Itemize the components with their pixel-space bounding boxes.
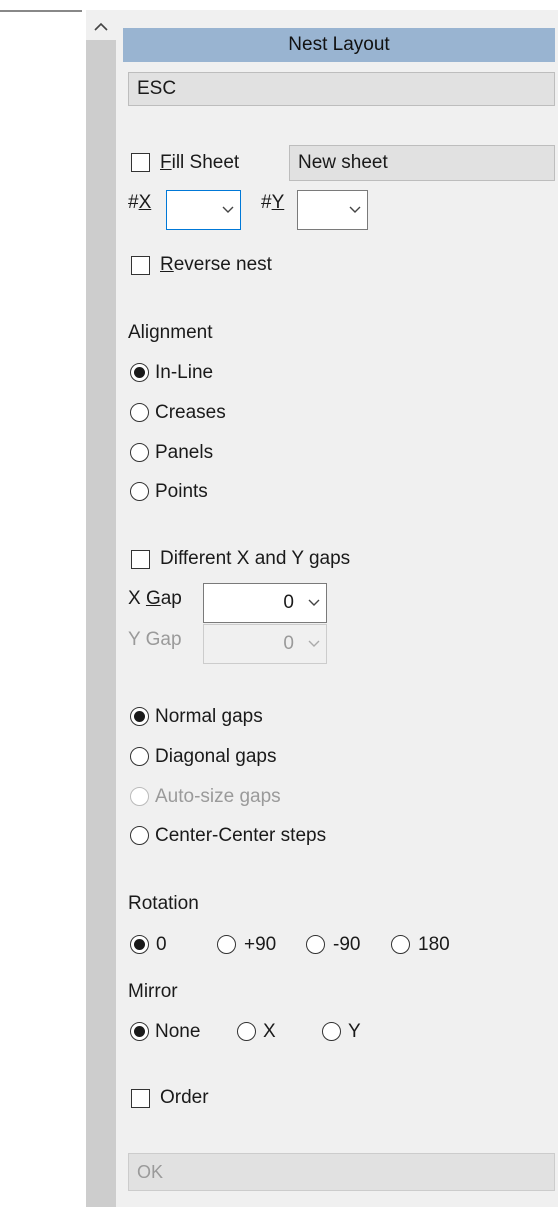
radio-selected-dot [134, 1026, 145, 1037]
scroll-up-button[interactable] [86, 14, 116, 40]
nx-accel: X [138, 192, 152, 213]
rotation-minus90-radio[interactable] [306, 935, 325, 954]
nx-label: #X [128, 192, 151, 214]
esc-label: ESC [137, 78, 177, 99]
reverse-nest-label: Reverse nest [160, 254, 272, 276]
chevron-down-icon[interactable] [302, 599, 326, 607]
rotation-0-radio[interactable] [130, 935, 149, 954]
alignment-heading: Alignment [128, 322, 213, 343]
diagonal-gaps-radio[interactable] [130, 747, 149, 766]
chevron-down-icon [302, 640, 326, 648]
alignment-creases-radio[interactable] [130, 403, 149, 422]
chevron-up-icon [94, 22, 108, 31]
ny-accel: Y [271, 192, 285, 213]
alignment-points-radio[interactable] [130, 482, 149, 501]
chevron-down-icon[interactable] [216, 206, 240, 214]
alignment-creases-label: Creases [155, 402, 226, 423]
x-gap-accel: G [145, 588, 161, 609]
order-checkbox[interactable] [131, 1089, 150, 1108]
x-gap-label-rest: ap [160, 588, 182, 609]
y-gap-combo: 0 [203, 624, 327, 664]
rotation-0-label: 0 [156, 934, 167, 955]
chevron-down-icon[interactable] [343, 206, 367, 214]
alignment-panels-radio[interactable] [130, 443, 149, 462]
auto-size-gaps-radio [130, 787, 149, 806]
radio-selected-dot [134, 367, 145, 378]
ok-button: OK [128, 1153, 555, 1191]
x-gap-prefix: X [128, 588, 146, 609]
y-gap-label: Y Gap [128, 629, 182, 650]
panel-title: Nest Layout [123, 28, 555, 62]
sheet-name-value: New sheet [298, 152, 388, 173]
reverse-nest-label-rest: everse nest [173, 254, 272, 275]
reverse-nest-accel: R [160, 254, 174, 275]
radio-selected-dot [134, 939, 145, 950]
y-gap-value: 0 [283, 633, 294, 654]
normal-gaps-radio[interactable] [130, 707, 149, 726]
mirror-none-label: None [155, 1021, 201, 1042]
alignment-inline-label: In-Line [155, 362, 214, 383]
sheet-name-field: New sheet [289, 145, 555, 181]
esc-field: ESC [128, 72, 555, 106]
alignment-inline-radio[interactable] [130, 363, 149, 382]
ny-combo[interactable] [297, 190, 368, 230]
center-center-steps-label: Center-Center steps [155, 825, 327, 846]
nx-prefix: # [128, 192, 139, 213]
different-gaps-label: Different X and Y gaps [160, 548, 351, 569]
radio-selected-dot [134, 711, 145, 722]
different-gaps-checkbox[interactable] [131, 550, 150, 569]
mirror-none-radio[interactable] [130, 1022, 149, 1041]
ok-label: OK [137, 1161, 164, 1182]
rotation-180-label: 180 [418, 934, 450, 955]
auto-size-gaps-label: Auto-size gaps [155, 786, 281, 807]
center-center-steps-radio[interactable] [130, 826, 149, 845]
diagonal-gaps-label: Diagonal gaps [155, 746, 277, 767]
mirror-heading: Mirror [128, 981, 178, 1002]
alignment-points-label: Points [155, 481, 208, 502]
window-edge-line [0, 10, 82, 12]
rotation-heading: Rotation [128, 893, 199, 914]
mirror-x-label: X [263, 1021, 276, 1042]
rotation-plus90-label: +90 [244, 934, 277, 955]
scrollbar-track[interactable] [86, 40, 116, 1207]
rotation-minus90-label: -90 [333, 934, 361, 955]
normal-gaps-label: Normal gaps [155, 706, 263, 727]
ny-prefix: # [261, 192, 272, 213]
x-gap-value: 0 [283, 592, 294, 613]
rotation-plus90-radio[interactable] [217, 935, 236, 954]
fill-sheet-label-rest: ill Sheet [171, 152, 240, 173]
x-gap-combo[interactable]: 0 [203, 583, 327, 623]
mirror-y-label: Y [348, 1021, 361, 1042]
alignment-panels-label: Panels [155, 442, 214, 463]
mirror-y-radio[interactable] [322, 1022, 341, 1041]
order-label: Order [160, 1087, 209, 1108]
fill-sheet-label: Fill Sheet [160, 152, 239, 174]
nx-combo[interactable] [166, 190, 241, 230]
x-gap-label: X Gap [128, 588, 182, 610]
reverse-nest-checkbox[interactable] [131, 256, 150, 275]
rotation-180-radio[interactable] [391, 935, 410, 954]
fill-sheet-accel: F [160, 152, 172, 173]
fill-sheet-checkbox[interactable] [131, 153, 150, 172]
ny-label: #Y [261, 192, 284, 214]
mirror-x-radio[interactable] [237, 1022, 256, 1041]
